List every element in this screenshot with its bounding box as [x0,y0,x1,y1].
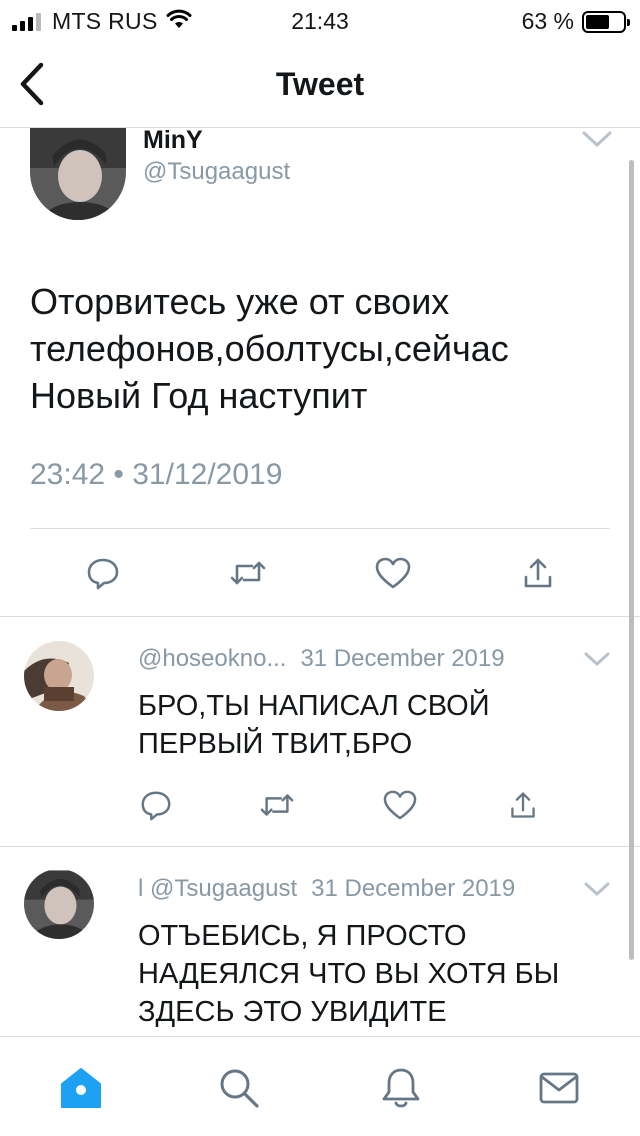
tweet-text-line: Новый Год наступит [30,375,368,416]
divider [30,528,610,529]
tab-messages[interactable] [536,1065,582,1111]
retweet-icon [230,561,266,585]
reply-text-line: БРО,ТЫ НАПИСАЛ СВОЙ [138,690,490,722]
reply-text-line: ПЕРВЫЙ ТВИТ,БРО [138,728,413,760]
share-button[interactable] [518,552,558,594]
reply-icon [87,558,119,590]
share-button[interactable] [504,785,542,825]
author-name[interactable]: MinY [143,126,203,155]
like-button[interactable] [372,552,414,594]
home-icon [61,1068,101,1108]
battery-icon [582,10,630,33]
tab-search[interactable] [216,1065,262,1111]
tweet-timestamp: 23:42 • 31/12/2019 [30,458,283,491]
share-icon [524,558,552,588]
retweet-icon [260,794,294,816]
reply-text-line: НАДЕЯЛСЯ ЧТО ВЫ ХОТЯ БЫ [138,958,560,990]
author-handle[interactable]: @Tsugaagust [143,158,290,186]
reply-date: 31 December 2019 [300,645,505,672]
search-icon [220,1069,259,1108]
reply-text-line: ОТЪЕБИСЬ, Я ПРОСТО [138,920,467,952]
chevron-down-icon [584,882,610,897]
share-icon [511,792,535,818]
status-right: 63 % [521,8,630,35]
like-button[interactable] [380,785,420,825]
reply-text-line: ЗДЕСЬ ЭТО УВИДИТЕ [138,996,447,1028]
reply-icon [141,791,171,821]
reply-text: ОТЪЕБИСЬ, Я ПРОСТО НАДЕЯЛСЯ ЧТО ВЫ ХОТЯ … [138,917,559,1031]
main-tweet: MinY @Tsugaagust Оторвитесь уже от своих… [0,126,640,618]
tweet-text: Оторвитесь уже от своих телефонов,оболту… [30,278,620,419]
author-avatar[interactable] [30,128,126,220]
reply-tweet[interactable]: @hoseokno... 31 December 2019 БРО,ТЫ НАПИ… [0,617,640,847]
reply-more-button[interactable] [584,881,610,902]
reply-date: 31 December 2019 [311,875,516,902]
reply-button[interactable] [82,552,124,594]
retweet-button[interactable] [226,552,270,594]
battery-fill [586,14,609,29]
reply-header: @hoseokno... 31 December 2019 [138,645,505,673]
reply-more-button[interactable] [584,651,610,672]
reply-text: БРО,ТЫ НАПИСАЛ СВОЙ ПЕРВЫЙ ТВИТ,БРО [138,687,490,763]
tab-notifications[interactable] [378,1065,424,1111]
tab-home[interactable] [58,1065,104,1111]
reply-avatar[interactable] [24,869,94,939]
nav-bar: Tweet [0,40,640,128]
heart-icon [375,557,411,589]
status-bar: MTS RUS 21:43 63 % [0,0,640,40]
reply-handle[interactable]: @hoseokno... [138,645,286,672]
tweet-text-line: Оторвитесь уже от своих [30,281,450,322]
reply-avatar[interactable] [24,641,94,711]
reply-button[interactable] [136,785,176,825]
page-title: Tweet [275,66,365,102]
mail-icon [539,1072,579,1104]
scrollbar[interactable] [629,160,634,960]
tweet-text-line: телефонов,оболтусы,сейчас [30,328,509,369]
retweet-button[interactable] [256,785,298,825]
battery-percent: 63 % [521,8,574,34]
reply-header: l @Tsugaagust 31 December 2019 [138,875,515,903]
more-options-button[interactable] [582,130,612,153]
tab-bar [0,1036,640,1136]
reply-tweet[interactable]: l @Tsugaagust 31 December 2019 ОТЪЕБИСЬ, … [0,847,640,1035]
chevron-down-icon [584,652,610,667]
heart-icon [383,790,417,820]
reply-handle[interactable]: l @Tsugaagust [138,875,297,902]
bell-icon [382,1068,420,1108]
chevron-down-icon [582,131,612,148]
